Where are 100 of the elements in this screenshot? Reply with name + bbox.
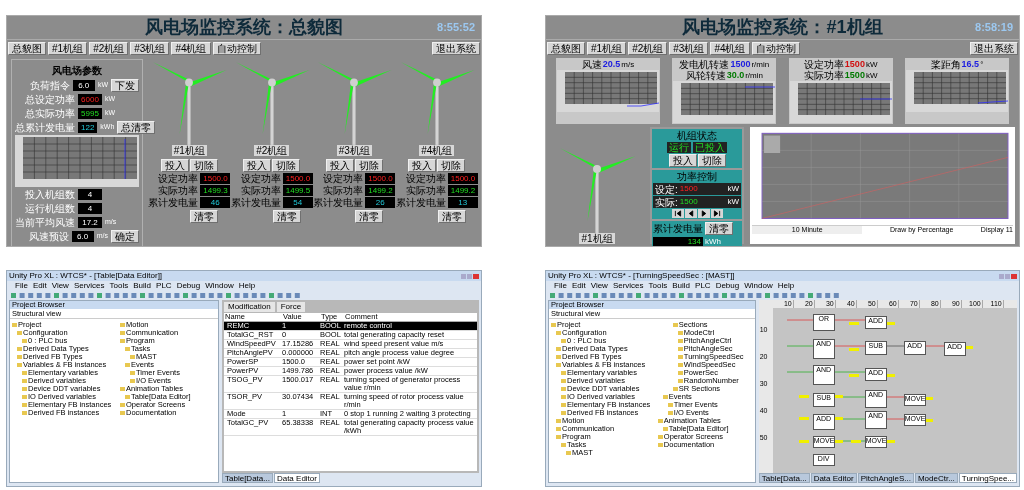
value-display: 4	[78, 189, 102, 200]
menu-item[interactable]: View	[51, 281, 69, 291]
panel-button[interactable]: #1机组	[48, 42, 88, 55]
menu-item[interactable]: Window	[744, 281, 773, 291]
panel-button[interactable]: 清零	[272, 210, 301, 223]
step-button[interactable]	[697, 209, 710, 218]
screen-title: 风电场监控系统：总貌图	[144, 16, 344, 39]
turbine-label: #1机组	[579, 233, 615, 244]
panel-button[interactable]: 总貌图	[547, 42, 585, 55]
menu-item[interactable]: PLC	[695, 281, 711, 291]
menu-item[interactable]: File	[15, 281, 28, 291]
unit-label: m/s	[621, 59, 635, 70]
menu-item[interactable]: Window	[205, 281, 234, 291]
value-display: 13	[447, 197, 478, 208]
document-tab[interactable]: Table[Data...	[222, 473, 273, 483]
power-value: 1500	[679, 183, 698, 195]
menu-item[interactable]: Edit	[32, 281, 47, 291]
panel-button[interactable]: 自动控制	[212, 42, 261, 55]
panel-button[interactable]: 退出系统	[970, 42, 1018, 55]
panel-button[interactable]: 总貌图	[8, 42, 46, 55]
panel-button[interactable]: 切除	[272, 159, 301, 172]
document-tab[interactable]: ModeCtr...	[914, 473, 958, 483]
panel-button[interactable]: 退出系统	[432, 42, 480, 55]
panel-button[interactable]: 切除	[437, 159, 466, 172]
step-icon	[673, 210, 682, 217]
reading-label: 设定功率	[157, 173, 199, 184]
panel-button[interactable]: #3机组	[130, 42, 170, 55]
reading-label: 设定功率	[404, 173, 446, 184]
reading-label: 累计发电量	[230, 197, 281, 208]
reading-label: 累计发电量	[148, 197, 199, 208]
menu-item[interactable]: Help	[238, 281, 256, 291]
document-tab[interactable]: Data Editor	[810, 473, 857, 483]
menu-item[interactable]: Tools	[109, 281, 129, 291]
value-display: 1499.5	[282, 185, 313, 196]
panel-button[interactable]: #2机组	[89, 42, 129, 55]
parameter-label: 当前平均风速	[15, 217, 75, 228]
value-display: 17.2	[78, 217, 102, 228]
unit-label: kW	[727, 196, 739, 208]
value-display: 5995	[78, 108, 102, 119]
document-tab[interactable]: Table[Data...	[758, 473, 810, 483]
value-display: 54	[282, 197, 313, 208]
step-button[interactable]	[710, 209, 723, 218]
document-tab[interactable]: Data Editor	[273, 473, 320, 483]
unit-label: kW	[865, 70, 878, 81]
panel-button[interactable]: 自动控制	[751, 42, 800, 55]
panel-button[interactable]: 清零	[355, 210, 384, 223]
panel-button[interactable]: 投入	[160, 159, 189, 172]
panel-button[interactable]: #4机组	[710, 42, 750, 55]
value-display: 1500.0	[282, 173, 313, 184]
gauge-label: 发电机转速	[679, 59, 730, 70]
panel-button[interactable]: 投入	[243, 159, 272, 172]
panel-button[interactable]: 投入	[668, 154, 697, 167]
panel-button[interactable]: #2机组	[628, 42, 668, 55]
panel-button[interactable]: 确定	[111, 230, 139, 243]
gauge-value: 20.5	[602, 59, 621, 70]
menu-item[interactable]: Help	[777, 281, 795, 291]
toolbar-button[interactable]: Modification	[224, 302, 275, 312]
menu-item[interactable]: Services	[612, 281, 644, 291]
toolbar-button[interactable]: Force	[276, 302, 306, 312]
menu-item[interactable]: Tools	[648, 281, 668, 291]
panel-button[interactable]: 清零	[705, 222, 733, 235]
menu-item[interactable]: PLC	[156, 281, 172, 291]
panel-button[interactable]: 投入	[325, 159, 354, 172]
reading-label: 实际功率	[239, 185, 281, 196]
panel-button[interactable]: #1机组	[587, 42, 627, 55]
gauge-label: 实际功率	[803, 70, 844, 81]
document-tab[interactable]: TurningSpee...	[958, 473, 1017, 483]
unit-label: r/min	[751, 59, 770, 70]
parameter-label: 运行机组数	[24, 203, 75, 214]
panel-button[interactable]: 清零	[437, 210, 466, 223]
panel-button[interactable]: 切除	[189, 159, 218, 172]
panel-button[interactable]: #4机组	[171, 42, 211, 55]
reading-label: 实际功率	[157, 185, 199, 196]
turbine-label: #2机组	[254, 145, 290, 156]
document-tab[interactable]: PitchAngleS...	[857, 473, 914, 483]
panel-button[interactable]: 切除	[697, 154, 726, 167]
menu-item[interactable]: Debug	[176, 281, 201, 291]
menu-item[interactable]: Build	[133, 281, 152, 291]
panel-button[interactable]: #3机组	[669, 42, 709, 55]
panel-button[interactable]: 总清零	[117, 121, 156, 134]
window-title: Unity Pro XL : WTCS* - [Table[Data Editor]]	[9, 271, 163, 281]
step-button[interactable]	[671, 209, 684, 218]
menu-item[interactable]: Services	[73, 281, 105, 291]
menu-item[interactable]: Debug	[715, 281, 740, 291]
panel-button[interactable]: 下发	[111, 79, 139, 92]
menu-item[interactable]: File	[554, 281, 567, 291]
value-display: 6000	[78, 94, 102, 105]
step-button[interactable]	[684, 209, 697, 218]
menu-item[interactable]: View	[590, 281, 608, 291]
value-display: 26	[365, 197, 396, 208]
panel-button[interactable]: 清零	[190, 210, 219, 223]
reading-label: 累计发电量	[313, 197, 364, 208]
reading-label: 设定功率	[322, 173, 364, 184]
menu-item[interactable]: Build	[672, 281, 691, 291]
panel-button[interactable]: 切除	[354, 159, 383, 172]
screen-title: 风电场监控系统：#1机组	[681, 16, 884, 39]
value-display: 4	[78, 203, 102, 214]
panel-button[interactable]: 投入	[408, 159, 437, 172]
value-display: 1500.0	[200, 173, 231, 184]
menu-item[interactable]: Edit	[571, 281, 586, 291]
